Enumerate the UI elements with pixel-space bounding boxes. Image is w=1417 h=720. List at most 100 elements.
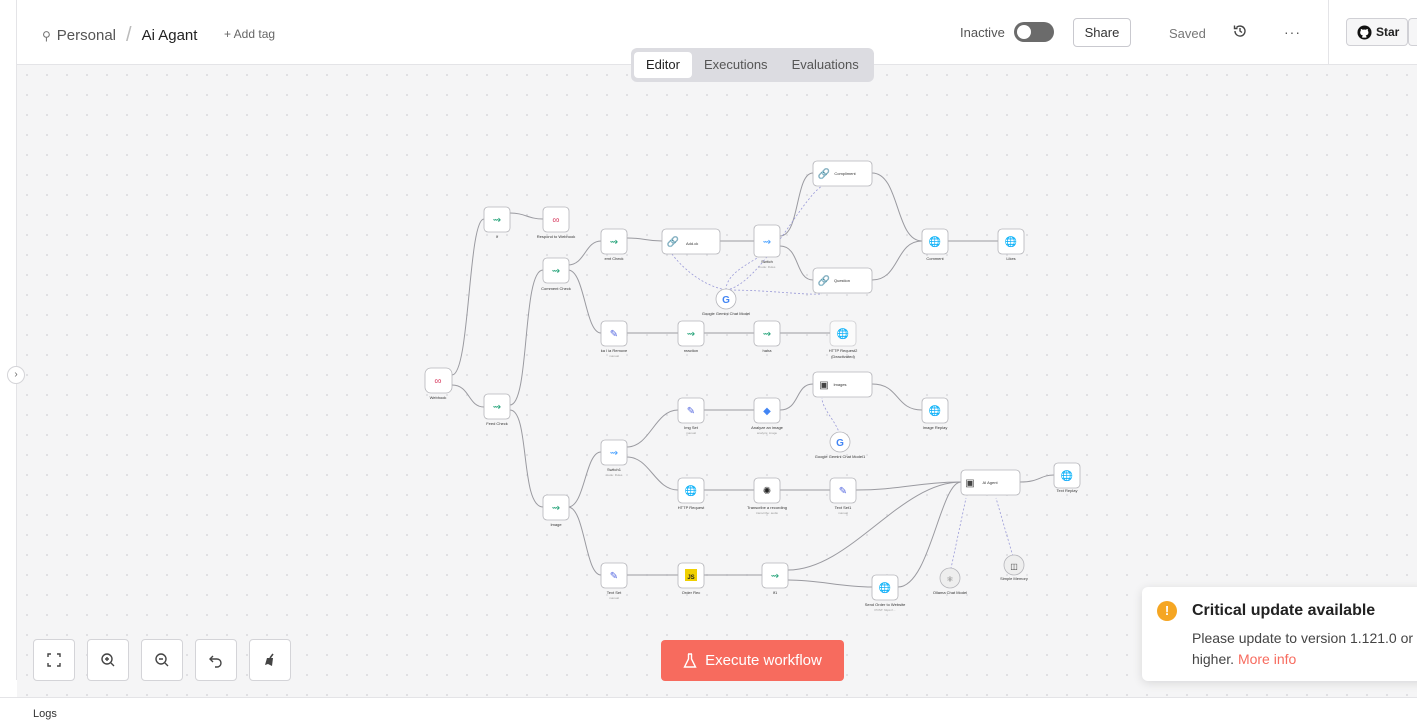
broom-icon — [265, 653, 274, 666]
node-respond-to-webhook: Respond to Webhook — [537, 234, 575, 239]
svg-text:JS: JS — [687, 575, 694, 581]
execute-workflow-label: Execute workflow — [705, 652, 822, 669]
svg-text:⇝: ⇝ — [493, 402, 501, 413]
node-text-set-sub: manual — [609, 596, 619, 600]
zoom-out-button[interactable] — [141, 639, 183, 681]
logs-label: Logs — [33, 708, 57, 720]
node-switch1: Switch1 — [607, 467, 622, 472]
execute-workflow-button[interactable]: Execute workflow — [661, 640, 844, 681]
node-simple-memory: Simple Memory — [1000, 576, 1028, 581]
node-http-request2-sub: (Deactivated) — [831, 354, 855, 359]
node-switch: Switch — [761, 259, 773, 264]
node-compliment: Compliment — [834, 171, 856, 176]
svg-text:⇝: ⇝ — [552, 266, 560, 277]
svg-text:🔗: 🔗 — [818, 274, 831, 287]
node-if: If — [496, 234, 499, 239]
node-http-request2: HTTP Request2 — [829, 348, 858, 353]
svg-text:∞: ∞ — [434, 376, 441, 387]
svg-text:⚛: ⚛ — [946, 575, 953, 584]
node-images: Images — [833, 382, 846, 387]
svg-text:🔗: 🔗 — [667, 235, 680, 248]
node-image-replay: Image Replay — [923, 425, 948, 430]
svg-text:◫: ◫ — [1010, 562, 1018, 571]
node-ollama-chat-model: Ollama Chat Model — [933, 590, 967, 595]
node-webhook: Webhook — [430, 395, 447, 400]
update-notification: ! Critical update available Please updat… — [1142, 587, 1417, 681]
node-send-order: Send Order to Website — [865, 602, 906, 607]
node-emt-check: emt Check — [604, 256, 623, 261]
tab-evaluations[interactable]: Evaluations — [780, 52, 871, 78]
svg-text:▣: ▣ — [965, 478, 974, 489]
svg-text:✎: ✎ — [610, 329, 618, 340]
svg-text:🌐: 🌐 — [837, 327, 849, 340]
undo-button[interactable] — [195, 639, 237, 681]
view-tabs: Editor Executions Evaluations — [631, 48, 874, 82]
notification-text: Please update to version 1.121.0 or high… — [1192, 630, 1414, 667]
svg-text:⇝: ⇝ — [610, 237, 618, 248]
zoom-out-icon — [155, 653, 169, 667]
node-transcribe: Transcribe a recording — [747, 505, 787, 510]
zoom-in-button[interactable] — [87, 639, 129, 681]
node-if1: If1 — [773, 590, 778, 595]
node-remove-sub: manual — [609, 354, 619, 358]
svg-text:✎: ✎ — [610, 571, 618, 582]
svg-text:G: G — [836, 438, 844, 449]
node-gemini-chat-model: Google Gemini Chat Model — [702, 311, 750, 316]
svg-text:⇝: ⇝ — [493, 215, 501, 226]
svg-text:🌐: 🌐 — [929, 404, 941, 417]
expand-sidebar-chevron-icon[interactable]: › — [7, 366, 25, 384]
svg-text:🌐: 🌐 — [685, 484, 697, 497]
notification-title: Critical update available — [1192, 602, 1376, 619]
notification-message: Please update to version 1.121.0 or high… — [1192, 628, 1417, 670]
node-http-request: HTTP Request — [678, 505, 705, 510]
svg-text:🌐: 🌐 — [929, 235, 941, 248]
undo-icon — [209, 655, 222, 668]
tab-executions[interactable]: Executions — [692, 52, 780, 78]
node-send-order-sub: POST: https://... — [874, 608, 895, 612]
node-text-set1-sub: manual — [838, 511, 848, 515]
node-reaction: reaction — [684, 348, 698, 353]
tab-editor[interactable]: Editor — [634, 52, 692, 78]
node-ai-agent: AI Agent — [982, 480, 998, 485]
tidy-up-button[interactable] — [249, 639, 291, 681]
node-text-set1: Text Set1 — [835, 505, 852, 510]
svg-text:⇝: ⇝ — [771, 571, 779, 582]
svg-text:▣: ▣ — [819, 380, 828, 391]
node-comment: Comment — [926, 256, 944, 261]
node-remove: ka l ia Remove — [601, 348, 628, 353]
node-question: Question — [834, 278, 850, 283]
node-comment-check: Comment Check — [541, 286, 571, 291]
warning-icon: ! — [1157, 601, 1177, 621]
fit-view-icon — [47, 653, 61, 667]
node-img-set-sub: manual — [686, 431, 696, 435]
node-switch-sub: mode: Rules — [759, 265, 776, 269]
svg-text:⇝: ⇝ — [552, 503, 560, 514]
svg-text:⇝: ⇝ — [687, 329, 695, 340]
svg-text:∞: ∞ — [552, 215, 559, 226]
flask-icon — [683, 652, 697, 668]
node-text-set: Text Set — [607, 590, 622, 595]
svg-text:✎: ✎ — [687, 406, 695, 417]
node-order-rec: Order Rec — [682, 590, 700, 595]
node-switch1-sub: mode: Rules — [606, 473, 623, 477]
svg-text:⇝: ⇝ — [610, 448, 618, 459]
svg-text:🌐: 🌐 — [879, 581, 891, 594]
svg-text:✺: ✺ — [763, 486, 771, 497]
zoom-in-icon — [101, 653, 115, 667]
node-add-ck: Add.ck — [686, 241, 698, 246]
node-image: Image — [550, 522, 562, 527]
svg-text:✎: ✎ — [839, 486, 847, 497]
svg-text:🌐: 🌐 — [1005, 235, 1017, 248]
node-haha: haha — [763, 348, 773, 353]
svg-text:🔗: 🔗 — [818, 167, 831, 180]
node-feed-check: Feed Check — [486, 421, 508, 426]
node-img-set: Img Set — [684, 425, 699, 430]
fit-view-button[interactable] — [33, 639, 75, 681]
node-analyze-image: Analyze an image — [751, 425, 784, 430]
more-info-link[interactable]: More info — [1238, 651, 1296, 667]
node-text-replay: Text Replay — [1057, 488, 1078, 493]
svg-text:◆: ◆ — [763, 406, 771, 417]
logs-panel-bar[interactable]: Logs — [0, 697, 1417, 720]
svg-text:🌐: 🌐 — [1061, 469, 1073, 482]
node-transcribe-sub: transcribe: audio — [756, 511, 779, 515]
